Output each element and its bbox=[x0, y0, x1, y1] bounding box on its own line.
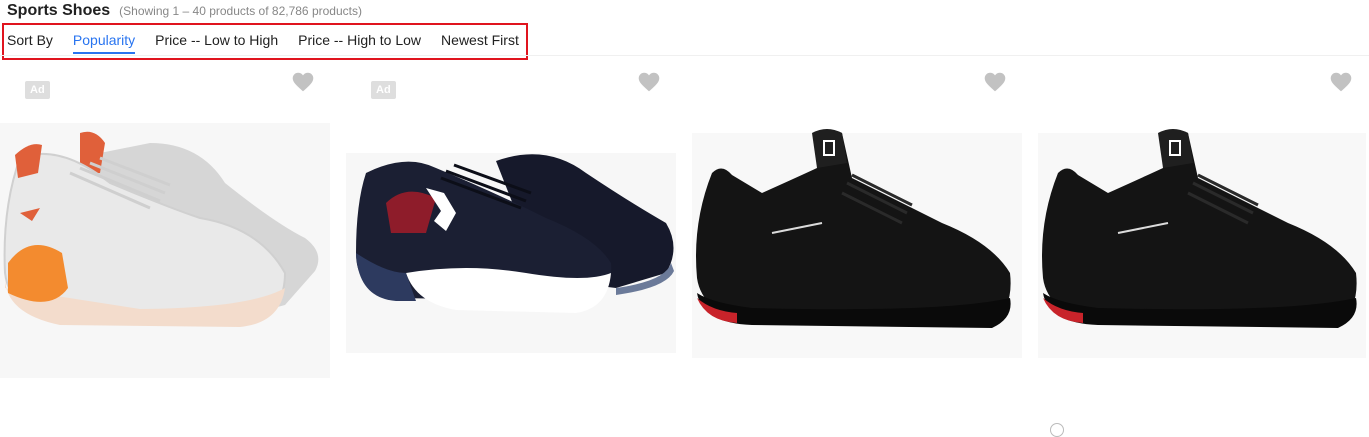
product-image[interactable] bbox=[0, 113, 340, 383]
ad-badge: Ad bbox=[25, 81, 50, 99]
sort-option-newest-first[interactable]: Newest First bbox=[441, 30, 519, 52]
results-header: Sports Shoes (Showing 1 – 40 products of… bbox=[0, 0, 1369, 60]
product-card[interactable]: Ad bbox=[0, 57, 344, 431]
header-divider bbox=[0, 55, 1369, 56]
sort-option-price-low-to-high[interactable]: Price -- Low to High bbox=[155, 30, 278, 52]
page-title: Sports Shoes bbox=[7, 2, 111, 19]
product-image[interactable] bbox=[1038, 113, 1369, 383]
sort-option-popularity[interactable]: Popularity bbox=[72, 30, 136, 54]
product-card[interactable]: Ad bbox=[346, 57, 690, 431]
title-row: Sports Shoes (Showing 1 – 40 products of… bbox=[7, 2, 362, 20]
heart-icon[interactable] bbox=[636, 69, 662, 95]
product-card[interactable] bbox=[1038, 57, 1369, 431]
sort-option-price-high-to-low[interactable]: Price -- High to Low bbox=[298, 30, 421, 52]
loading-spinner-icon bbox=[1050, 423, 1064, 437]
ad-badge: Ad bbox=[371, 81, 396, 99]
sort-bar: Sort By Popularity Price -- Low to High … bbox=[7, 30, 539, 56]
product-grid: Ad Ad bbox=[0, 57, 1369, 431]
product-image[interactable] bbox=[692, 113, 1032, 383]
sort-by-label: Sort By bbox=[7, 32, 53, 48]
heart-icon[interactable] bbox=[1328, 69, 1354, 95]
heart-icon[interactable] bbox=[290, 69, 316, 95]
product-card[interactable] bbox=[692, 57, 1036, 431]
result-count: (Showing 1 – 40 products of 82,786 produ… bbox=[119, 4, 362, 18]
heart-icon[interactable] bbox=[982, 69, 1008, 95]
product-image[interactable] bbox=[346, 113, 686, 383]
